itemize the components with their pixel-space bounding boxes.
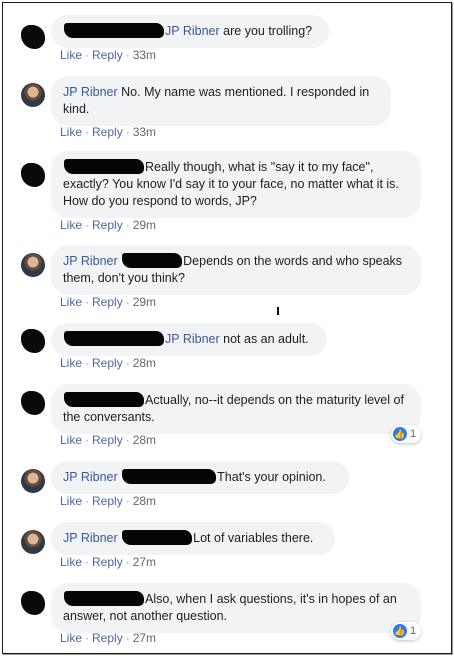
- like-link[interactable]: Like: [60, 356, 82, 370]
- reply-link[interactable]: Reply: [92, 48, 123, 62]
- like-link[interactable]: Like: [60, 555, 82, 569]
- reply-link[interactable]: Reply: [92, 295, 123, 309]
- comment-bubble: Really though, what is "say it to my fac…: [51, 151, 421, 218]
- redacted-name: [64, 392, 144, 407]
- reply-link[interactable]: Reply: [92, 631, 123, 645]
- comment-actions: Like · Reply · 28m: [60, 433, 157, 447]
- like-icon: 👍: [393, 427, 407, 441]
- avatar[interactable]: [21, 25, 45, 49]
- redacted-name: [122, 253, 183, 268]
- comment-actions: Like · Reply · 33m: [60, 125, 157, 139]
- comment-author[interactable]: JP Ribner: [165, 24, 220, 38]
- comment-bubble: Also, when I ask questions, it's in hope…: [51, 583, 421, 633]
- timestamp[interactable]: 28m: [133, 433, 156, 447]
- timestamp[interactable]: 28m: [133, 356, 156, 370]
- like-icon: 👍: [393, 624, 407, 638]
- comment-bubble: JP Ribner That's your opinion.: [51, 461, 349, 494]
- comment-bubble: JP Ribner not as an adult.: [51, 323, 327, 356]
- comment-author[interactable]: JP Ribner: [63, 85, 118, 99]
- like-link[interactable]: Like: [60, 433, 82, 447]
- comment-actions: Like · Reply · 27m: [60, 555, 157, 569]
- comment-bubble: JP Ribner are you trolling?: [51, 15, 329, 48]
- timestamp[interactable]: 27m: [133, 555, 156, 569]
- avatar[interactable]: [21, 530, 45, 554]
- avatar[interactable]: [21, 391, 45, 415]
- avatar[interactable]: [21, 83, 45, 107]
- reply-link[interactable]: Reply: [92, 125, 123, 139]
- comment-author[interactable]: JP Ribner: [165, 332, 220, 346]
- reaction-count[interactable]: 👍 1: [391, 425, 422, 443]
- comment-bubble: JP Ribner Lot of variables there.: [51, 522, 335, 555]
- avatar[interactable]: [21, 253, 45, 277]
- reply-link[interactable]: Reply: [92, 494, 123, 508]
- comment-actions: Like · Reply · 27m: [60, 631, 157, 645]
- redacted-name: [122, 469, 217, 484]
- reaction-count[interactable]: 👍 1: [391, 622, 422, 640]
- comment-actions: Like · Reply · 29m: [60, 295, 157, 309]
- comment-text: Lot of variables there.: [193, 531, 314, 545]
- comment-text: That's your opinion.: [217, 470, 326, 484]
- reply-link[interactable]: Reply: [92, 218, 123, 232]
- timestamp[interactable]: 29m: [133, 295, 156, 309]
- avatar[interactable]: [21, 163, 45, 187]
- like-link[interactable]: Like: [60, 631, 82, 645]
- timestamp[interactable]: 33m: [133, 125, 156, 139]
- timestamp[interactable]: 33m: [133, 48, 156, 62]
- redacted-name: [64, 591, 144, 606]
- avatar[interactable]: [21, 591, 45, 615]
- reply-link[interactable]: Reply: [92, 555, 123, 569]
- comment-text: are you trolling?: [223, 24, 313, 38]
- timestamp[interactable]: 27m: [133, 631, 156, 645]
- comment-actions: Like · Reply · 28m: [60, 356, 157, 370]
- redacted-name: [64, 23, 164, 38]
- timestamp[interactable]: 28m: [133, 494, 156, 508]
- comment-author[interactable]: JP Ribner: [63, 254, 118, 268]
- avatar[interactable]: [21, 469, 45, 493]
- avatar[interactable]: [21, 329, 45, 353]
- comment-author[interactable]: JP Ribner: [63, 470, 118, 484]
- comment-text: not as an adult.: [223, 332, 309, 346]
- like-link[interactable]: Like: [60, 125, 82, 139]
- redacted-name: [64, 159, 144, 174]
- like-link[interactable]: Like: [60, 48, 82, 62]
- like-link[interactable]: Like: [60, 494, 82, 508]
- stray-mark: [277, 307, 279, 315]
- timestamp[interactable]: 29m: [133, 218, 156, 232]
- comment-actions: Like · Reply · 28m: [60, 494, 157, 508]
- like-link[interactable]: Like: [60, 218, 82, 232]
- reply-link[interactable]: Reply: [92, 356, 123, 370]
- comment-author[interactable]: JP Ribner: [63, 531, 118, 545]
- like-link[interactable]: Like: [60, 295, 82, 309]
- comment-actions: Like · Reply · 29m: [60, 218, 157, 232]
- comment-bubble: JP Ribner Depends on the words and who s…: [51, 245, 421, 295]
- comment-bubble: JP Ribner No. My name was mentioned. I r…: [51, 76, 391, 126]
- comment-actions: Like · Reply · 33m: [60, 48, 157, 62]
- comment-thread: JP Ribner are you trolling? Like · Reply · 3…: [2, 2, 452, 654]
- comment-bubble: Actually, no--it depends on the maturity…: [51, 384, 421, 434]
- reply-link[interactable]: Reply: [92, 433, 123, 447]
- redacted-name: [122, 530, 193, 545]
- redacted-name: [64, 331, 164, 346]
